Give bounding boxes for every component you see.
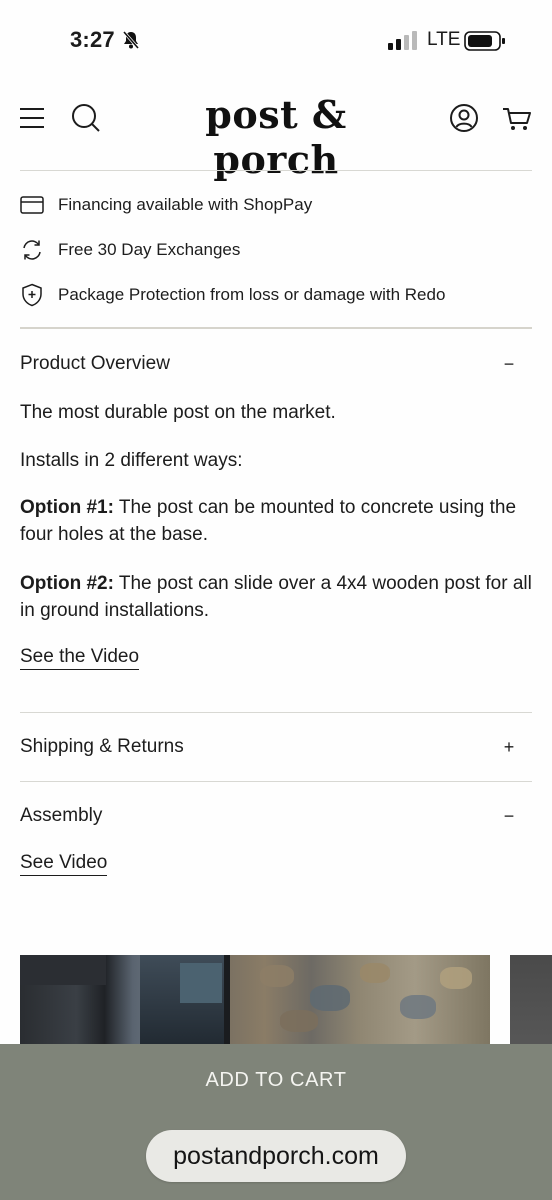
collapse-icon[interactable]: − bbox=[498, 353, 520, 375]
perk-financing: Financing available with ShopPay bbox=[20, 190, 312, 220]
add-to-cart-button[interactable]: ADD TO CART bbox=[0, 1044, 552, 1116]
site-logo[interactable]: post & porch bbox=[140, 92, 412, 182]
overview-option-1: Option #1: The post can be mounted to co… bbox=[20, 494, 532, 548]
shield-plus-icon bbox=[20, 283, 44, 307]
account-icon bbox=[450, 104, 478, 132]
expand-icon[interactable]: + bbox=[498, 736, 520, 758]
menu-icon bbox=[20, 108, 44, 128]
cart-button[interactable] bbox=[496, 98, 538, 138]
image-detail bbox=[440, 967, 472, 989]
site-header: post & porch bbox=[0, 88, 552, 182]
menu-button[interactable] bbox=[16, 98, 48, 138]
header-divider bbox=[20, 170, 532, 171]
image-detail bbox=[400, 995, 436, 1019]
accordion-assembly[interactable]: Assembly bbox=[20, 805, 102, 827]
perks-divider bbox=[20, 327, 532, 329]
signal-icon bbox=[388, 31, 417, 50]
perk-protection: Package Protection from loss or damage w… bbox=[20, 280, 445, 310]
image-detail bbox=[280, 1010, 318, 1032]
image-detail bbox=[260, 965, 294, 987]
perk-text: Financing available with ShopPay bbox=[58, 195, 313, 214]
image-detail bbox=[360, 963, 390, 983]
bell-muted-icon bbox=[122, 31, 140, 49]
image-detail bbox=[180, 963, 222, 1003]
accordion-divider bbox=[20, 781, 532, 782]
search-button[interactable] bbox=[68, 98, 104, 138]
image-detail bbox=[20, 955, 106, 985]
network-label: LTE bbox=[427, 29, 461, 50]
account-button[interactable] bbox=[444, 98, 484, 138]
battery-icon bbox=[464, 31, 505, 51]
see-video-link[interactable]: See Video bbox=[20, 852, 108, 876]
see-the-video-link[interactable]: See the Video bbox=[20, 646, 140, 670]
perk-text: Package Protection from loss or damage w… bbox=[58, 285, 446, 304]
cart-icon bbox=[503, 108, 531, 130]
overview-paragraph: Installs in 2 different ways: bbox=[20, 450, 243, 471]
browser-url-bar[interactable]: postandporch.com bbox=[146, 1130, 406, 1182]
overview-paragraph: The most durable post on the market. bbox=[20, 402, 336, 423]
sticky-cart-bar: ADD TO CART postandporch.com bbox=[0, 1044, 552, 1200]
image-detail bbox=[310, 985, 350, 1011]
option-label: Option #2: bbox=[20, 573, 114, 594]
perk-text: Free 30 Day Exchanges bbox=[58, 240, 241, 259]
search-icon bbox=[72, 104, 100, 132]
overview-option-2: Option #2: The post can slide over a 4x4… bbox=[20, 570, 532, 624]
accordion-shipping-returns[interactable]: Shipping & Returns bbox=[20, 736, 184, 758]
exchange-icon bbox=[20, 238, 44, 262]
status-time: 3:27 bbox=[70, 27, 115, 52]
accordion-product-overview[interactable]: Product Overview bbox=[20, 353, 170, 375]
accordion-divider bbox=[20, 712, 532, 713]
status-bar: 3:27 LTE bbox=[0, 0, 552, 80]
option-label: Option #1: bbox=[20, 497, 114, 518]
credit-card-icon bbox=[20, 193, 44, 217]
perk-exchanges: Free 30 Day Exchanges bbox=[20, 235, 240, 265]
collapse-icon[interactable]: − bbox=[498, 805, 520, 827]
